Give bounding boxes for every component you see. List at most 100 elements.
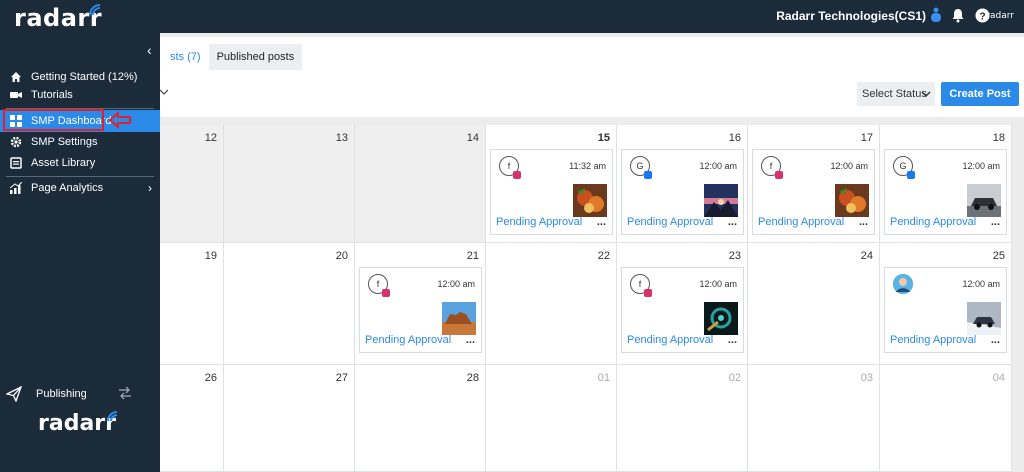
home-icon <box>9 70 23 84</box>
day-number: 13 <box>335 132 348 144</box>
post-thumbnail[interactable] <box>967 184 1001 217</box>
sidebar: ‹ Getting Started (12%) Tutorials SMP Da… <box>0 33 160 472</box>
post-thumbnail[interactable] <box>573 184 607 217</box>
post-thumbnail[interactable] <box>704 302 738 335</box>
more-options-button[interactable]: ... <box>859 216 868 228</box>
calendar-day-cell[interactable]: 19 <box>160 243 224 365</box>
post-card[interactable]: G 12:00 am Pending Approval... <box>884 149 1007 235</box>
more-options-button[interactable]: ... <box>597 216 606 228</box>
gear-icon <box>9 135 23 149</box>
post-status-link[interactable]: Pending Approval <box>758 216 844 228</box>
more-options-button[interactable]: ... <box>728 216 737 228</box>
day-number: 23 <box>728 250 741 262</box>
status-select[interactable]: Select Status <box>857 82 935 106</box>
header-separator <box>160 117 1024 125</box>
instagram-icon <box>513 171 521 179</box>
day-number: 04 <box>992 372 1005 384</box>
create-post-button[interactable]: Create Post <box>941 82 1019 106</box>
calendar-day-cell[interactable]: 14 <box>355 125 486 243</box>
calendar-day-cell[interactable]: 12 <box>160 125 224 243</box>
annotation-highlight-box <box>3 109 104 131</box>
video-icon <box>9 88 23 102</box>
day-number: 21 <box>466 250 479 262</box>
post-tabs: sts (7) Published posts <box>160 44 303 70</box>
tab-published-posts[interactable]: Published posts <box>208 44 303 70</box>
sidebar-item-tutorials[interactable]: Tutorials <box>0 84 160 106</box>
day-number: 17 <box>860 132 873 144</box>
calendar-day-cell[interactable]: 04 <box>880 365 1012 472</box>
post-thumbnail[interactable] <box>704 184 738 217</box>
annotation-arrow-icon <box>108 110 131 130</box>
day-number: 15 <box>597 132 610 144</box>
calendar-day-cell[interactable]: 13 <box>224 125 355 243</box>
calendar-day-cell[interactable]: 01 <box>486 365 617 472</box>
sidebar-item-label: SMP Settings <box>31 136 98 148</box>
calendar-day-cell[interactable]: 22 <box>486 243 617 365</box>
publishing-menu[interactable]: Publishing <box>0 384 160 404</box>
publishing-label: Publishing <box>36 388 87 400</box>
paper-plane-icon <box>6 386 22 402</box>
post-card[interactable]: 12:00 am Pending Approval... <box>884 267 1007 353</box>
chevron-down-icon[interactable] <box>160 88 168 96</box>
post-card[interactable]: G 12:00 am Pending Approval... <box>621 149 744 235</box>
post-card[interactable]: f 12:00 am Pending Approval... <box>621 267 744 353</box>
post-status-link[interactable]: Pending Approval <box>890 216 976 228</box>
post-time: 12:00 am <box>699 279 737 289</box>
day-number: 02 <box>728 372 741 384</box>
post-time: 12:00 am <box>962 161 1000 171</box>
calendar-day-cell[interactable]: 15 f 11:32 am Pending Approval... <box>486 125 617 243</box>
hand-pointer-icon[interactable] <box>928 7 944 23</box>
post-status-link[interactable]: Pending Approval <box>496 216 582 228</box>
post-status-link[interactable]: Pending Approval <box>627 216 713 228</box>
sidebar-item-smp-settings[interactable]: SMP Settings <box>0 131 160 153</box>
sidebar-item-label: Asset Library <box>31 157 96 169</box>
calendar-day-cell[interactable]: 26 <box>160 365 224 472</box>
day-number: 22 <box>597 250 610 262</box>
post-card[interactable]: f 12:00 am Pending Approval... <box>752 149 875 235</box>
facebook-icon <box>907 171 915 179</box>
bell-icon[interactable] <box>950 7 966 23</box>
chevron-right-icon: › <box>148 181 152 195</box>
more-options-button[interactable]: ... <box>991 216 1000 228</box>
more-options-button[interactable]: ... <box>728 334 737 346</box>
post-status-link[interactable]: Pending Approval <box>365 334 451 346</box>
sidebar-item-label: Page Analytics <box>31 182 104 194</box>
post-time: 12:00 am <box>830 161 868 171</box>
tab-scheduled-posts[interactable]: sts (7) <box>160 44 209 70</box>
more-options-button[interactable]: ... <box>991 334 1000 346</box>
calendar-day-cell[interactable]: 03 <box>748 365 880 472</box>
collapse-chevron-icon[interactable]: ‹ <box>147 43 159 57</box>
calendar-day-cell[interactable]: 17 f 12:00 am Pending Approval... <box>748 125 880 243</box>
post-thumbnail[interactable] <box>967 302 1001 335</box>
calendar-day-cell[interactable]: 27 <box>224 365 355 472</box>
day-number: 14 <box>466 132 479 144</box>
organization-name[interactable]: Radarr Technologies(CS1) <box>776 9 926 23</box>
more-options-button[interactable]: ... <box>466 334 475 346</box>
post-status-link[interactable]: Pending Approval <box>890 334 976 346</box>
post-status-link[interactable]: Pending Approval <box>627 334 713 346</box>
day-number: 28 <box>466 372 479 384</box>
calendar-day-cell[interactable]: 28 <box>355 365 486 472</box>
calendar-day-cell[interactable]: 23 f 12:00 am Pending Approval... <box>617 243 748 365</box>
calendar-day-cell[interactable]: 20 <box>224 243 355 365</box>
calendar-day-cell[interactable]: 24 <box>748 243 880 365</box>
calendar-day-cell[interactable]: 16 G 12:00 am Pending Approval... <box>617 125 748 243</box>
calendar-day-cell[interactable]: 25 12:00 am Pending Approval... <box>880 243 1012 365</box>
facebook-icon <box>644 171 652 179</box>
post-card[interactable]: f 11:32 am Pending Approval... <box>490 149 613 235</box>
sidebar-item-asset-library[interactable]: Asset Library <box>0 152 160 174</box>
post-thumbnail[interactable] <box>835 184 869 217</box>
top-bar: radarr Radarr Technologies(CS1) ? radarr <box>0 0 1024 33</box>
calendar-day-cell[interactable]: 21 f 12:00 am Pending Approval... <box>355 243 486 365</box>
calendar-day-cell[interactable]: 18 G 12:00 am Pending Approval... <box>880 125 1012 243</box>
swap-arrows-icon[interactable] <box>118 386 132 400</box>
post-card[interactable]: f 12:00 am Pending Approval... <box>359 267 482 353</box>
svg-text:?: ? <box>979 11 985 22</box>
sidebar-item-page-analytics[interactable]: Page Analytics › <box>0 177 160 199</box>
signal-waves-icon <box>107 411 118 422</box>
post-thumbnail[interactable] <box>442 302 476 335</box>
chevron-down-icon <box>921 91 931 97</box>
calendar-day-cell[interactable]: 02 <box>617 365 748 472</box>
day-number: 01 <box>597 372 610 384</box>
day-number: 19 <box>204 250 217 262</box>
